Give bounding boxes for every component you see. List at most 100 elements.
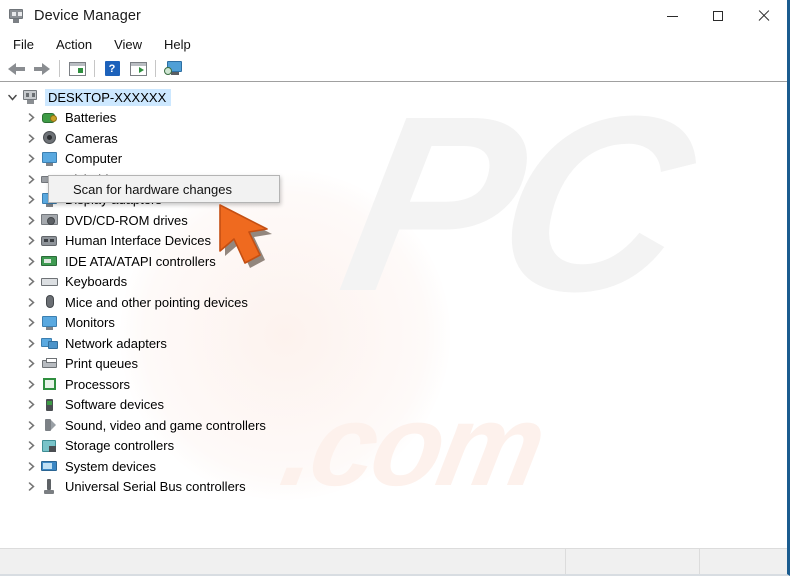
chevron-right-icon[interactable] xyxy=(24,462,38,471)
maximize-icon xyxy=(713,11,723,21)
chevron-right-icon[interactable] xyxy=(24,482,38,491)
tree-item-label: Human Interface Devices xyxy=(65,233,211,249)
dvd-drive-icon xyxy=(40,212,59,228)
tree-item-processors[interactable]: Processors xyxy=(0,374,787,395)
tree-item-human-interface-devices[interactable]: Human Interface Devices xyxy=(0,231,787,252)
tree-item-computer[interactable]: Computer xyxy=(0,149,787,170)
tree-item-network-adapters[interactable]: Network adapters xyxy=(0,333,787,354)
processor-icon xyxy=(40,376,59,392)
tree-item-label: Processors xyxy=(65,376,131,392)
toolbar-separator xyxy=(155,60,156,77)
printer-icon xyxy=(40,356,59,372)
tree-item-print-queues[interactable]: Print queues xyxy=(0,354,787,375)
menu-item-view[interactable]: View xyxy=(108,35,152,54)
status-cell-secondary xyxy=(566,549,700,574)
chevron-right-icon[interactable] xyxy=(24,380,38,389)
tree-item-label: Batteries xyxy=(65,110,117,126)
tree-item-label: Software devices xyxy=(65,397,164,413)
help-button[interactable]: ? xyxy=(99,58,125,80)
scan-for-hardware-changes-icon xyxy=(163,61,183,76)
software-device-icon xyxy=(40,397,59,413)
tree-item-label: Mice and other pointing devices xyxy=(65,294,248,310)
chevron-right-icon[interactable] xyxy=(24,154,38,163)
chevron-right-icon[interactable] xyxy=(24,236,38,245)
update-driver-button[interactable] xyxy=(125,58,151,80)
forward-arrow-icon xyxy=(33,62,51,75)
camera-icon xyxy=(40,130,59,146)
window-controls xyxy=(649,0,787,32)
forward-button[interactable] xyxy=(29,58,55,80)
device-tree: DESKTOP-XXXXXX Batteries Cameras Compute… xyxy=(0,82,787,497)
tree-item-mice-and-other-pointing-devices[interactable]: Mice and other pointing devices xyxy=(0,292,787,313)
chevron-right-icon[interactable] xyxy=(24,298,38,307)
ide-controller-icon xyxy=(40,253,59,269)
tree-root-node[interactable]: DESKTOP-XXXXXX xyxy=(0,87,787,108)
menu-bar: File Action View Help xyxy=(0,32,787,56)
tree-item-label: Network adapters xyxy=(65,335,167,351)
usb-controller-icon xyxy=(40,478,59,495)
chevron-right-icon[interactable] xyxy=(24,113,38,122)
system-device-icon xyxy=(40,458,59,474)
menu-item-action[interactable]: Action xyxy=(50,35,102,54)
chevron-right-icon[interactable] xyxy=(24,134,38,143)
chevron-right-icon[interactable] xyxy=(24,359,38,368)
back-button[interactable] xyxy=(3,58,29,80)
maximize-button[interactable] xyxy=(695,0,741,32)
context-menu-item-scan-for-hardware-changes[interactable]: Scan for hardware changes xyxy=(49,182,232,197)
status-cell-tertiary xyxy=(700,549,787,574)
tree-item-keyboards[interactable]: Keyboards xyxy=(0,272,787,293)
minimize-button[interactable] xyxy=(649,0,695,32)
tree-item-label: DVD/CD-ROM drives xyxy=(65,212,188,228)
tree-item-label: Monitors xyxy=(65,315,115,331)
chevron-right-icon[interactable] xyxy=(24,277,38,286)
hid-icon xyxy=(40,233,59,249)
context-menu: Scan for hardware changes xyxy=(48,175,280,203)
battery-icon xyxy=(40,110,59,126)
tree-item-label: Computer xyxy=(65,151,123,167)
tree-item-label: IDE ATA/ATAPI controllers xyxy=(65,253,216,269)
tree-item-monitors[interactable]: Monitors xyxy=(0,313,787,334)
monitor-icon xyxy=(40,315,59,331)
tree-item-label: Storage controllers xyxy=(65,438,175,454)
tree-item-label: Universal Serial Bus controllers xyxy=(65,479,246,495)
tree-item-ide-ata-atapi-controllers[interactable]: IDE ATA/ATAPI controllers xyxy=(0,251,787,272)
menu-item-help[interactable]: Help xyxy=(158,35,201,54)
tree-item-dvd-cd-rom-drives[interactable]: DVD/CD-ROM drives xyxy=(0,210,787,231)
minimize-icon xyxy=(666,15,678,17)
network-adapter-icon xyxy=(40,335,59,351)
tree-item-system-devices[interactable]: System devices xyxy=(0,456,787,477)
chevron-right-icon[interactable] xyxy=(24,318,38,327)
tree-item-cameras[interactable]: Cameras xyxy=(0,128,787,149)
update-driver-icon xyxy=(129,61,147,76)
close-button[interactable] xyxy=(741,0,787,32)
properties-button[interactable] xyxy=(64,58,90,80)
chevron-right-icon[interactable] xyxy=(24,216,38,225)
storage-controller-icon xyxy=(40,438,59,454)
tree-item-storage-controllers[interactable]: Storage controllers xyxy=(0,436,787,457)
keyboard-icon xyxy=(40,274,59,290)
computer-root-icon xyxy=(21,89,40,105)
status-bar xyxy=(0,548,787,574)
chevron-right-icon[interactable] xyxy=(24,421,38,430)
sound-controller-icon xyxy=(40,417,59,433)
chevron-right-icon[interactable] xyxy=(24,339,38,348)
device-manager-icon xyxy=(8,7,26,25)
chevron-right-icon[interactable] xyxy=(24,195,38,204)
title-bar: Device Manager xyxy=(0,0,787,32)
chevron-right-icon[interactable] xyxy=(24,257,38,266)
help-icon: ? xyxy=(104,61,120,76)
chevron-right-icon[interactable] xyxy=(24,175,38,184)
toolbar-separator xyxy=(59,60,60,77)
chevron-right-icon[interactable] xyxy=(24,441,38,450)
tree-item-label: Keyboards xyxy=(65,274,128,290)
chevron-right-icon[interactable] xyxy=(24,400,38,409)
window-title: Device Manager xyxy=(34,8,141,24)
chevron-down-icon[interactable] xyxy=(5,93,19,102)
tree-item-software-devices[interactable]: Software devices xyxy=(0,395,787,416)
device-tree-panel: PC .com DESKTOP-XXXXXX Batteries Cameras… xyxy=(0,82,787,550)
tree-item-batteries[interactable]: Batteries xyxy=(0,108,787,129)
scan-for-hardware-changes-button[interactable] xyxy=(160,58,186,80)
menu-item-file[interactable]: File xyxy=(7,35,44,54)
tree-item-universal-serial-bus-controllers[interactable]: Universal Serial Bus controllers xyxy=(0,477,787,498)
tree-item-sound-video-and-game-controllers[interactable]: Sound, video and game controllers xyxy=(0,415,787,436)
